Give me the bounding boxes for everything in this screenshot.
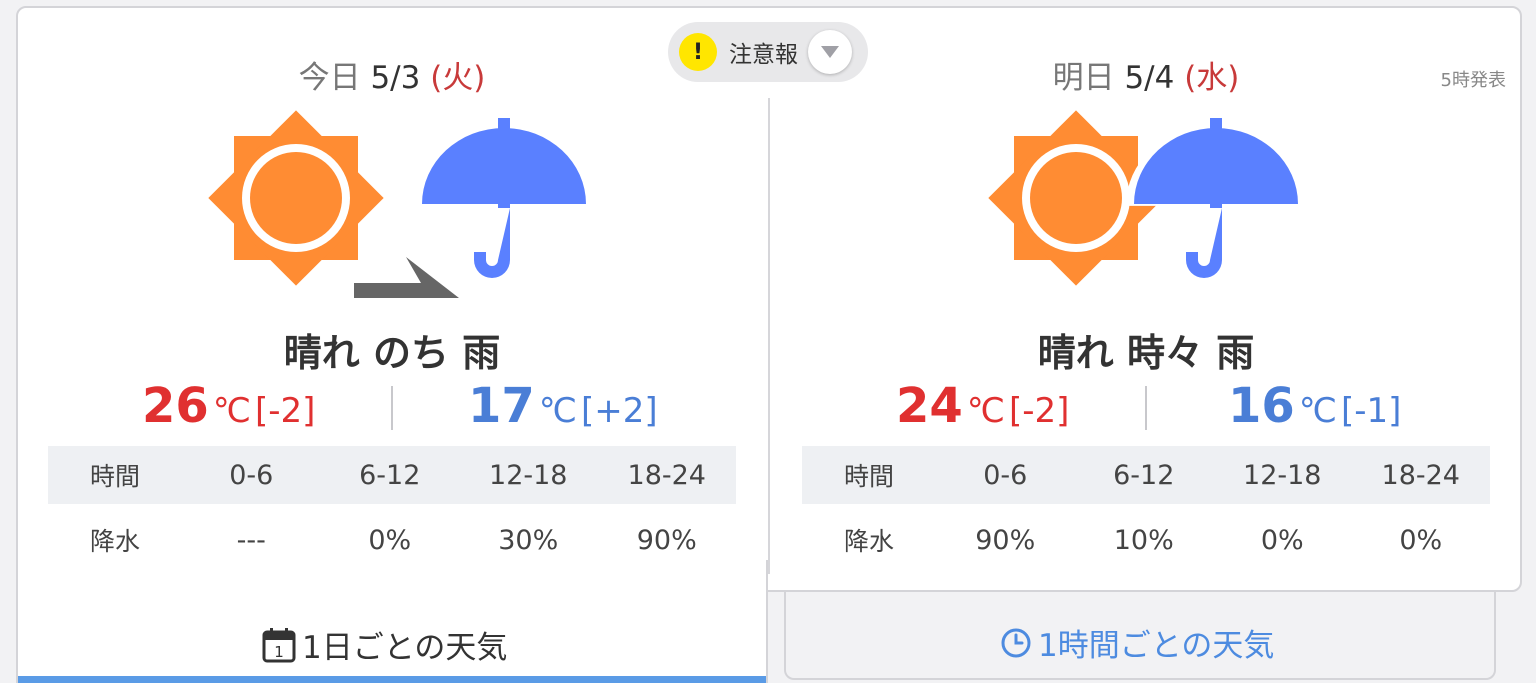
tomorrow-temps: 24 ℃ [-2] 16 ℃ [-1]	[770, 378, 1522, 438]
arrow-later-icon	[354, 257, 459, 298]
today-high-diff: [-2]	[254, 391, 316, 431]
active-tab-indicator	[18, 676, 766, 683]
clock-icon	[1001, 628, 1031, 657]
tab-hourly-label: 1時間ごとの天気	[1038, 628, 1275, 664]
precip-slot: 0-6	[229, 459, 274, 491]
tomorrow-high-value: 24	[896, 378, 963, 434]
tomorrow-header: 明日 5/4 (水)	[770, 52, 1522, 97]
precip-value: 0%	[1399, 524, 1443, 556]
tomorrow-low-unit: ℃	[1298, 391, 1337, 431]
today-high-unit: ℃	[212, 391, 251, 431]
tomorrow-dow: (水)	[1184, 60, 1240, 96]
precip-slot: 18-24	[627, 459, 706, 491]
temp-separator	[1145, 386, 1147, 430]
precip-row-label: 降水	[89, 527, 140, 556]
today-low-temp: 17 ℃ [+2]	[468, 378, 658, 434]
today-weather-icon	[208, 110, 586, 298]
today-date: 5/3	[370, 60, 421, 96]
precip-value: 0%	[368, 524, 412, 556]
exclamation-icon: !	[679, 33, 717, 71]
tab-hourly-weather[interactable]: 1時間ごとの天気	[784, 592, 1496, 680]
tomorrow-high-unit: ℃	[966, 391, 1005, 431]
today-label: 今日	[298, 60, 361, 96]
tomorrow-condition: 晴れ 時々 雨	[1037, 331, 1255, 375]
tab-daily-label: 1日ごとの天気	[302, 630, 508, 666]
precip-row-label: 降水	[843, 527, 894, 556]
tomorrow-high-diff: [-2]	[1008, 391, 1070, 431]
calendar-icon-day: 1	[274, 643, 284, 661]
tomorrow-precip-table: 時間 0-6 6-12 12-18 18-24 降水 90% 10% 0% 0%	[802, 446, 1490, 576]
alert-expand-button[interactable]	[808, 30, 852, 74]
tomorrow-high-temp: 24 ℃ [-2]	[896, 378, 1069, 434]
today-header: 今日 5/3 (火)	[16, 52, 768, 97]
alert-toggle-pill[interactable]: ! 注意報	[668, 22, 868, 82]
precip-slot: 12-18	[489, 459, 568, 491]
today-high-temp: 26 ℃ [-2]	[142, 378, 315, 434]
precip-value: 30%	[498, 524, 559, 556]
precip-value: 90%	[636, 524, 697, 556]
precip-header-row: 時間 0-6 6-12 12-18 18-24	[48, 446, 736, 504]
tomorrow-low-diff: [-1]	[1340, 391, 1402, 431]
announcement-time: 5時発表	[1440, 70, 1506, 91]
precip-slot: 12-18	[1243, 459, 1322, 491]
sun-icon	[208, 110, 384, 286]
today-temps: 26 ℃ [-2] 17 ℃ [+2]	[16, 378, 768, 438]
today-low-unit: ℃	[538, 391, 577, 431]
precip-slot: 0-6	[983, 459, 1028, 491]
umbrella-icon	[422, 118, 586, 278]
today-dow: (火)	[430, 60, 486, 96]
today-high-value: 26	[142, 378, 209, 434]
tomorrow-label: 明日	[1052, 60, 1115, 96]
precip-slot: 6-12	[359, 459, 421, 491]
calendar-icon: 1	[262, 627, 296, 662]
precip-value: 0%	[1260, 524, 1304, 556]
tab-daily-weather[interactable]: 1 1日ごとの天気	[16, 560, 768, 683]
tomorrow-low-value: 16	[1228, 378, 1295, 434]
precip-value: 10%	[1113, 524, 1174, 556]
umbrella-icon	[1125, 118, 1299, 278]
precip-value: ---	[236, 524, 266, 556]
today-low-value: 17	[468, 378, 535, 434]
precip-values-row: 降水 --- 0% 30% 90%	[48, 504, 736, 576]
today-precip-table: 時間 0-6 6-12 12-18 18-24 降水 --- 0% 30% 90…	[48, 446, 736, 576]
today-condition: 晴れ のち 雨	[283, 331, 501, 375]
precip-slot: 18-24	[1381, 459, 1460, 491]
precip-value: 90%	[975, 524, 1036, 556]
precip-slot: 6-12	[1113, 459, 1175, 491]
today-low-diff: [+2]	[580, 391, 658, 431]
tomorrow-date: 5/4	[1124, 60, 1175, 96]
alert-label: 注意報	[729, 42, 798, 68]
tomorrow-weather-icon	[988, 110, 1299, 286]
precip-header-label: 時間	[89, 462, 140, 491]
temp-separator	[391, 386, 393, 430]
chevron-down-icon	[821, 46, 839, 58]
precip-values-row: 降水 90% 10% 0% 0%	[802, 504, 1490, 576]
precip-header-label: 時間	[843, 462, 894, 491]
precip-header-row: 時間 0-6 6-12 12-18 18-24	[802, 446, 1490, 504]
tomorrow-low-temp: 16 ℃ [-1]	[1228, 378, 1401, 434]
